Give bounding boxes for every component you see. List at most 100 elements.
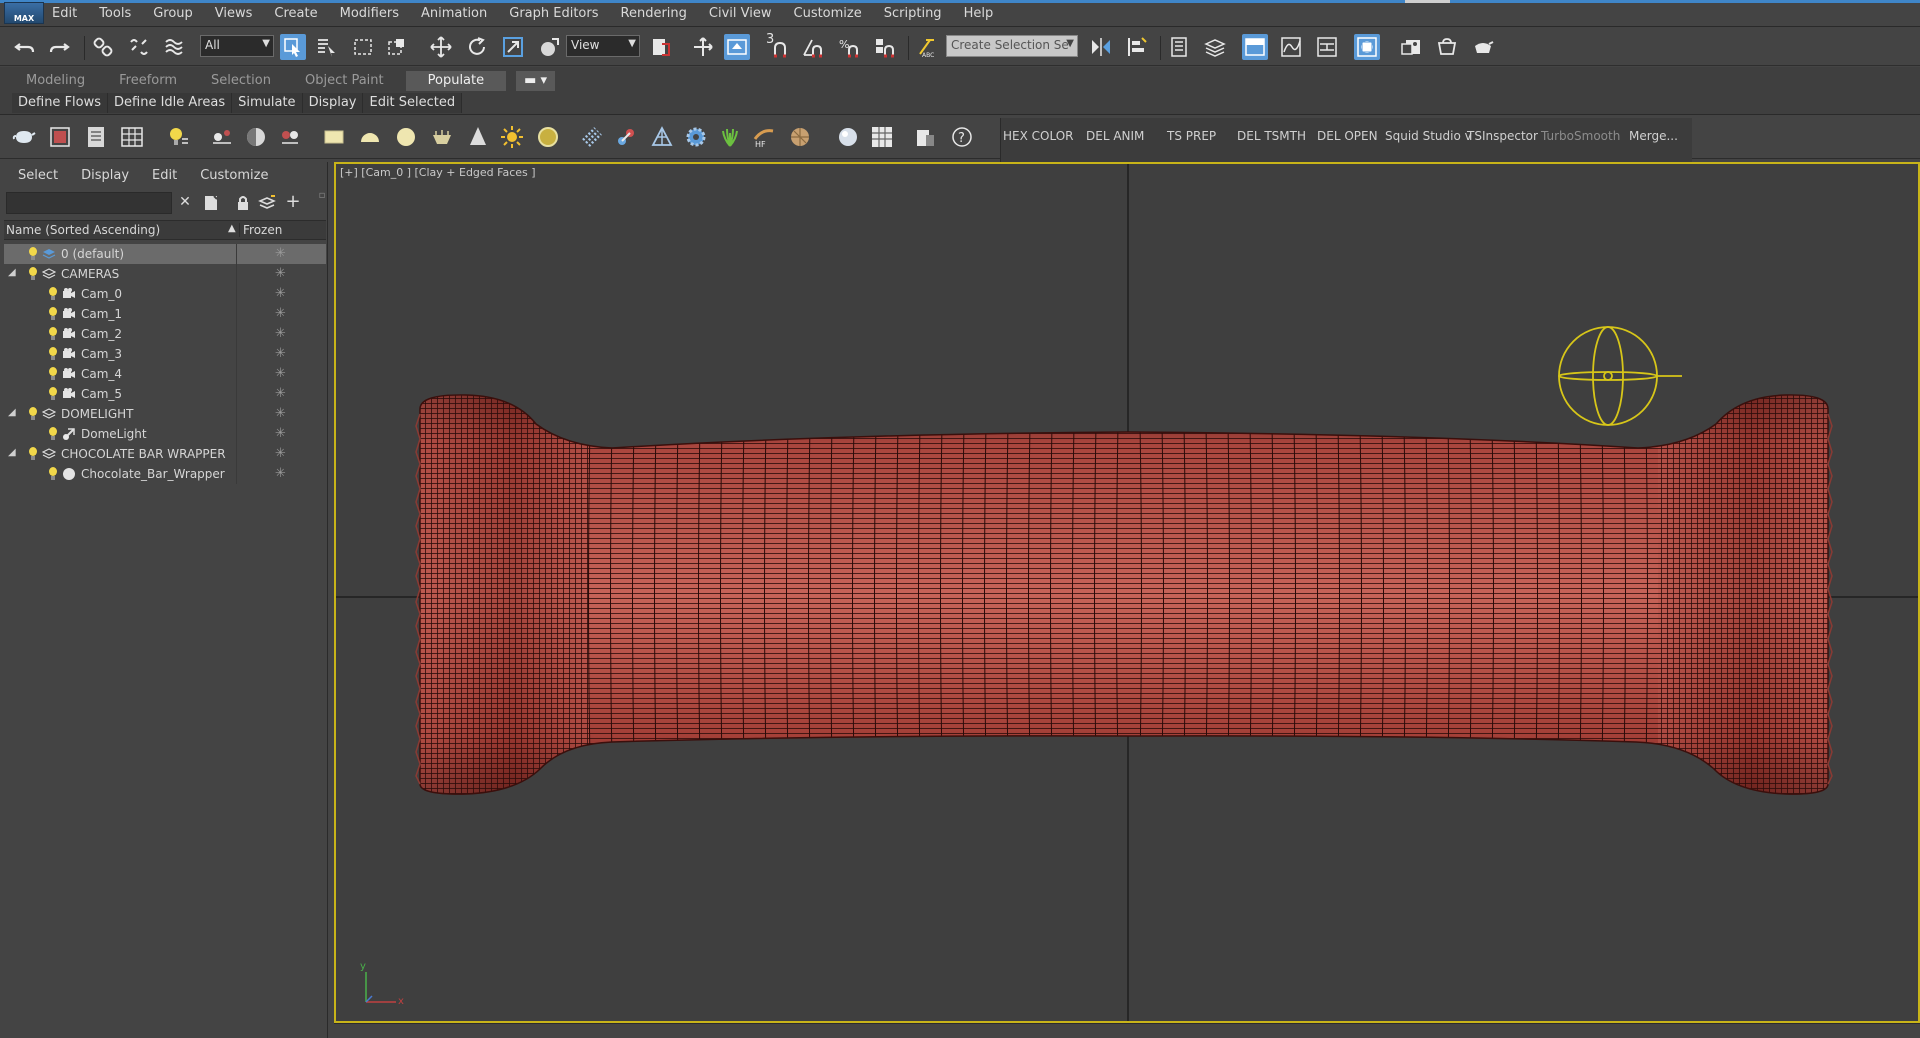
select-and-link-icon[interactable] <box>90 34 116 60</box>
grid-table-icon[interactable] <box>120 125 144 149</box>
freeze-toggle-icon[interactable]: ✳ <box>275 446 286 461</box>
sky-dome-icon[interactable] <box>536 125 560 149</box>
collapse-arrow-icon[interactable]: ◢ <box>8 267 16 278</box>
explorer-search-input[interactable] <box>6 192 172 214</box>
layer-row[interactable]: 0 (default) ✳ <box>4 244 326 264</box>
hair-fur-icon[interactable]: HF <box>752 125 776 149</box>
menu-graph-editors[interactable]: Graph Editors <box>509 6 598 21</box>
visibility-bulb-icon[interactable] <box>28 407 38 421</box>
list-icon[interactable] <box>84 125 108 149</box>
render-frame-window-icon[interactable] <box>1434 34 1460 60</box>
del-tsmth-button[interactable]: DEL TSMTH <box>1237 129 1306 143</box>
lock-icon[interactable] <box>234 194 252 212</box>
snaps-toggle-icon[interactable]: 3 <box>764 32 790 60</box>
freeze-toggle-icon[interactable]: ✳ <box>275 346 286 361</box>
menu-group[interactable]: Group <box>153 6 193 21</box>
layer-add-icon[interactable] <box>258 194 276 212</box>
freeze-toggle-icon[interactable]: ✳ <box>275 426 286 441</box>
mirror-icon[interactable] <box>1088 34 1114 60</box>
spinner-snap-toggle-icon[interactable] <box>872 34 898 60</box>
render-production-icon[interactable] <box>1470 34 1496 60</box>
freeze-toggle-icon[interactable]: ✳ <box>275 326 286 341</box>
object-row[interactable]: Cam_0 ✳ <box>4 284 326 304</box>
filter-icon[interactable] <box>202 194 220 212</box>
object-row[interactable]: Cam_1 ✳ <box>4 304 326 324</box>
slate-editor-icon[interactable] <box>870 125 894 149</box>
menu-create[interactable]: Create <box>274 6 317 21</box>
material-sphere-icon[interactable] <box>836 125 860 149</box>
hex-color-button[interactable]: HEX COLOR <box>1003 129 1074 143</box>
merge-button[interactable]: Merge... <box>1629 129 1678 143</box>
visibility-bulb-icon[interactable] <box>48 287 58 301</box>
particle-grid-icon[interactable] <box>580 125 604 149</box>
menu-modifiers[interactable]: Modifiers <box>340 6 399 21</box>
align-icon[interactable] <box>1124 34 1150 60</box>
menu-tools[interactable]: Tools <box>99 6 131 21</box>
light-lister-icon[interactable] <box>166 125 190 149</box>
grass-icon[interactable] <box>718 125 742 149</box>
material-editor-icon[interactable] <box>1354 34 1380 60</box>
render-pass-icon[interactable] <box>278 125 302 149</box>
visibility-bulb-icon[interactable] <box>28 247 38 261</box>
layer-row[interactable]: ◢ DOMELIGHT ✳ <box>4 404 326 424</box>
selection-filter-dropdown[interactable]: All ▼ <box>200 35 274 57</box>
freeze-toggle-icon[interactable]: ✳ <box>275 266 286 281</box>
menu-edit[interactable]: Edit <box>52 6 77 21</box>
shell-icon[interactable] <box>788 125 812 149</box>
tab-freeform[interactable]: Freeform <box>107 71 189 91</box>
visibility-bulb-icon[interactable] <box>28 267 38 281</box>
freeze-toggle-icon[interactable]: ✳ <box>275 466 286 481</box>
freeze-toggle-icon[interactable]: ✳ <box>275 366 286 381</box>
ribbon-toggle-button[interactable]: ▬ ▾ <box>516 71 556 91</box>
visibility-bulb-icon[interactable] <box>48 387 58 401</box>
rectangular-selection-icon[interactable] <box>350 34 376 60</box>
rigid-body-icon[interactable] <box>650 125 674 149</box>
toggle-layer-explorer-icon[interactable] <box>1202 34 1228 60</box>
visibility-bulb-icon[interactable] <box>48 367 58 381</box>
visibility-bulb-icon[interactable] <box>48 347 58 361</box>
menu-scripting[interactable]: Scripting <box>884 6 942 21</box>
viewport-canvas[interactable]: y x <box>336 164 1918 1021</box>
asset-tracking-icon[interactable] <box>210 125 234 149</box>
explorer-menu-customize[interactable]: Customize <box>200 168 268 183</box>
undo-icon[interactable] <box>12 34 38 60</box>
bind-to-space-warp-icon[interactable] <box>162 34 188 60</box>
particle-flow-icon[interactable] <box>614 125 638 149</box>
visibility-bulb-icon[interactable] <box>48 307 58 321</box>
app-logo-button[interactable]: MAX <box>4 2 44 24</box>
freeze-toggle-icon[interactable]: ✳ <box>275 406 286 421</box>
visibility-bulb-icon[interactable] <box>48 467 58 481</box>
menu-customize[interactable]: Customize <box>794 6 862 21</box>
curve-editor-icon[interactable] <box>1278 34 1304 60</box>
tab-selection[interactable]: Selection <box>199 71 283 91</box>
menu-views[interactable]: Views <box>215 6 253 21</box>
collapse-arrow-icon[interactable]: ◢ <box>8 447 16 458</box>
define-idle-areas-button[interactable]: Define Idle Areas <box>108 93 233 113</box>
del-anim-button[interactable]: DEL ANIM <box>1086 129 1144 143</box>
toggle-scene-explorer-icon[interactable] <box>1166 34 1192 60</box>
add-icon[interactable]: + <box>284 191 302 212</box>
turbosmooth-button[interactable]: TurboSmooth <box>1541 129 1620 143</box>
keyboard-shortcut-override-icon[interactable] <box>724 34 750 60</box>
redo-icon[interactable] <box>46 34 72 60</box>
object-row[interactable]: DomeLight ✳ <box>4 424 326 444</box>
named-selection-sets-dropdown[interactable]: Create Selection Se ▼ <box>946 35 1078 57</box>
object-row[interactable]: Cam_2 ✳ <box>4 324 326 344</box>
collapse-arrow-icon[interactable]: ◢ <box>8 407 16 418</box>
explorer-menu-edit[interactable]: Edit <box>152 168 177 183</box>
rotate-icon[interactable] <box>464 34 490 60</box>
dome-half-icon[interactable] <box>244 125 268 149</box>
viewport-camera[interactable]: [+] [Cam_0 ] [Clay + Edged Faces ] y x <box>334 162 1920 1023</box>
squid-studio-button[interactable]: Squid Studio v <box>1385 129 1472 143</box>
frozen-column-header[interactable]: Frozen <box>239 223 282 237</box>
display-button[interactable]: Display <box>303 93 364 113</box>
toggle-ribbon-icon[interactable] <box>1242 34 1268 60</box>
select-object-icon[interactable] <box>280 34 306 60</box>
object-row[interactable]: Cam_3 ✳ <box>4 344 326 364</box>
select-and-manipulate-icon[interactable] <box>690 34 716 60</box>
tab-object-paint[interactable]: Object Paint <box>293 71 396 91</box>
teapot-icon[interactable] <box>12 125 36 149</box>
ts-prep-button[interactable]: TS PREP <box>1167 129 1216 143</box>
tab-populate[interactable]: Populate <box>405 71 507 91</box>
angle-snap-toggle-icon[interactable] <box>800 34 826 60</box>
